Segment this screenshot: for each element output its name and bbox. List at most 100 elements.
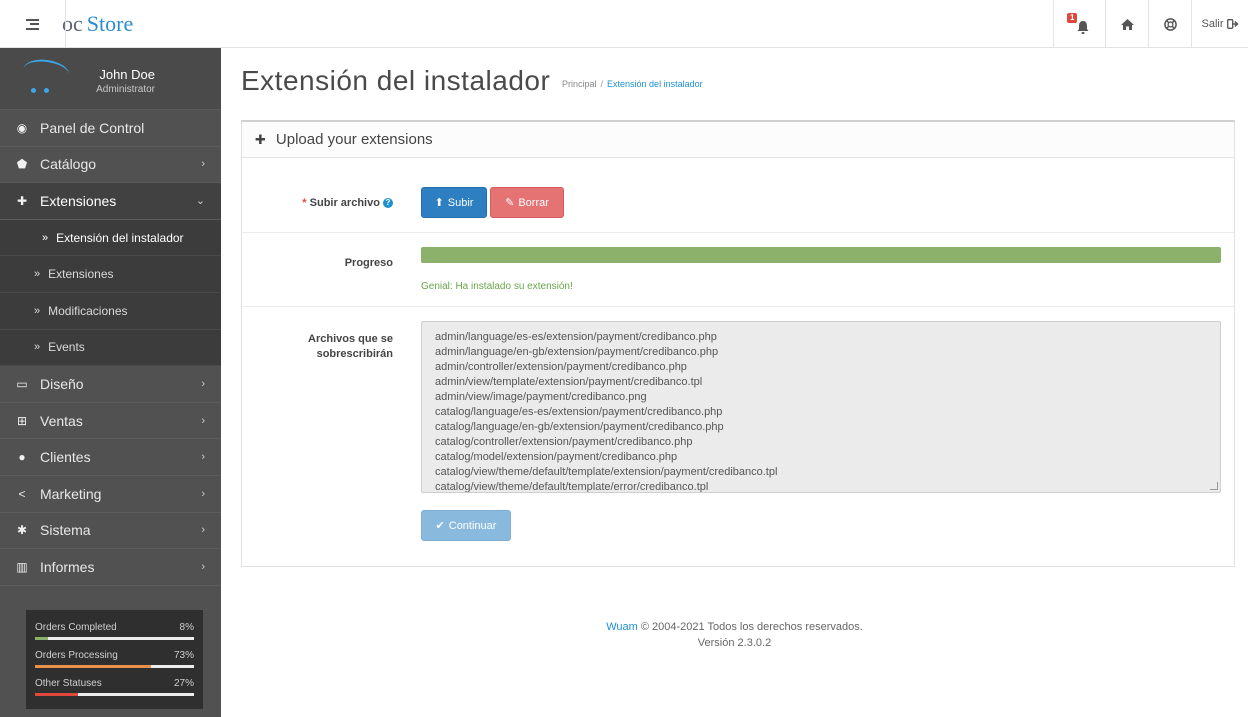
panel-heading: ✚ Upload your extensions — [242, 122, 1234, 158]
double-chevron-icon: » — [34, 268, 41, 281]
sidebar-item-label: Sistema — [40, 522, 91, 539]
progress-bar — [421, 247, 1221, 263]
sidebar-item-clientes[interactable]: ● Clientes › — [0, 439, 221, 476]
sidebar-item-label: Informes — [40, 558, 95, 575]
breadcrumb: Principal / Extensión del instalador — [562, 79, 703, 89]
chevron-down-icon: ⌄ — [195, 195, 205, 208]
stat-bar-fill — [35, 693, 78, 696]
menu-icon — [26, 18, 39, 30]
puzzle-icon: ✚ — [255, 131, 266, 147]
progress-label: Progreso — [344, 257, 393, 269]
continue-button[interactable]: ✔ Continuar — [421, 510, 511, 541]
notifications-button[interactable]: 1 — [1053, 0, 1105, 48]
stat-label: Orders Processing — [35, 650, 118, 661]
sidebar-item-diseno[interactable]: ▭ Diseño › — [0, 366, 221, 403]
sidebar: John Doe Administrator ◉ Panel de Contro… — [0, 48, 221, 717]
stat-bar — [35, 665, 194, 668]
stat-bar-fill — [35, 665, 152, 668]
file-path: admin/controller/extension/payment/credi… — [435, 361, 687, 373]
footer-copyright: Wuam © 2004-2021 Todos los derechos rese… — [221, 621, 1248, 633]
progress-row: Progreso Genial: Ha instalado su extensi… — [242, 233, 1234, 307]
upload-button[interactable]: ⬆ Subir — [421, 187, 487, 218]
file-path: admin/view/template/extension/payment/cr… — [435, 376, 703, 388]
footer-brand-link[interactable]: Wuam — [606, 621, 638, 633]
double-chevron-icon: » — [42, 231, 49, 244]
menu-toggle-button[interactable] — [0, 0, 66, 48]
file-path: catalog/view/theme/default/template/erro… — [435, 481, 709, 493]
stat-other-statuses: Other Statuses 27% — [33, 674, 196, 702]
stat-bar — [35, 693, 194, 696]
sidebar-item-marketing[interactable]: < Marketing › — [0, 476, 221, 513]
chevron-right-icon: › — [201, 451, 205, 464]
cart-icon: ⊞ — [16, 413, 28, 428]
check-icon: ✔ — [435, 520, 445, 532]
clear-button[interactable]: ✎ Borrar — [490, 187, 564, 218]
user-profile[interactable]: John Doe Administrator — [0, 48, 221, 110]
overwrite-files-textarea[interactable]: admin/language/es-es/extension/payment/c… — [421, 321, 1221, 493]
file-path: admin/view/image/payment/credibanco.png — [435, 391, 647, 403]
sidebar-subitem-events[interactable]: » Events — [0, 329, 221, 367]
sign-out-icon — [1226, 19, 1239, 29]
stat-orders-processing: Orders Processing 73% — [33, 646, 196, 674]
life-ring-icon — [1163, 17, 1177, 31]
file-path: catalog/model/extension/payment/crediban… — [435, 451, 678, 463]
file-path: catalog/language/es-es/extension/payment… — [435, 406, 723, 418]
file-path: catalog/view/theme/default/template/exte… — [435, 466, 778, 478]
help-button[interactable] — [1148, 0, 1191, 48]
stat-label: Orders Completed — [35, 622, 117, 633]
user-role: Administrator — [96, 84, 155, 95]
chevron-right-icon: › — [201, 414, 205, 427]
sidebar-subitem-label: Extensión del instalador — [56, 230, 184, 245]
stat-percent: 8% — [179, 622, 194, 633]
stat-label: Other Statuses — [35, 678, 102, 689]
stat-percent: 27% — [173, 678, 194, 689]
puzzle-icon: ✚ — [16, 193, 28, 208]
double-chevron-icon: » — [34, 304, 41, 317]
sidebar-item-sistema[interactable]: ✱ Sistema › — [0, 513, 221, 550]
sidebar-item-label: Ventas — [40, 412, 83, 429]
upload-panel: ✚ Upload your extensions * Subir archivo… — [241, 120, 1235, 567]
sidebar-item-label: Panel de Control — [40, 119, 145, 136]
double-chevron-icon: » — [34, 341, 41, 354]
chevron-right-icon: › — [201, 487, 205, 500]
logout-label: Salir — [1201, 18, 1224, 30]
sidebar-item-catalogo[interactable]: ⬟ Catálogo › — [0, 147, 221, 184]
sidebar-item-label: Diseño — [40, 375, 84, 392]
logout-button[interactable]: Salir — [1191, 0, 1248, 48]
sidebar-subitem-label: Extensiones — [48, 267, 114, 282]
sidebar-subitem-label: Events — [48, 340, 85, 355]
sidebar-item-label: Marketing — [40, 485, 102, 502]
bell-icon — [1077, 20, 1088, 34]
tag-icon: ⬟ — [16, 157, 28, 172]
user-name: John Doe — [99, 67, 155, 82]
breadcrumb-home[interactable]: Principal — [562, 79, 597, 89]
sidebar-item-informes[interactable]: ▥ Informes › — [0, 549, 221, 586]
sidebar-item-panel-de-control[interactable]: ◉ Panel de Control — [0, 110, 221, 147]
profile-logo-icon — [23, 56, 71, 76]
sidebar-item-label: Catálogo — [40, 156, 97, 173]
sidebar-item-ventas[interactable]: ⊞ Ventas › — [0, 403, 221, 440]
stat-orders-completed: Orders Completed 8% — [33, 618, 196, 646]
file-path: admin/language/es-es/extension/payment/c… — [435, 331, 717, 343]
top-header: oc Store 1 Salir — [0, 0, 1248, 48]
main-content: Extensión del instalador Principal / Exten… — [221, 48, 1248, 717]
help-icon[interactable]: ? — [383, 198, 393, 208]
sidebar-subitem-modificaciones[interactable]: » Modificaciones — [0, 292, 221, 330]
footer-copyright-text: © 2004-2021 Todos los derechos reservado… — [640, 621, 863, 633]
sidebar-subitem-label: Modificaciones — [48, 303, 128, 318]
sidebar-item-label: Extensiones — [40, 192, 117, 209]
stat-bar-fill — [35, 637, 48, 640]
sidebar-subitem-extensiones[interactable]: » Extensiones — [0, 256, 221, 293]
breadcrumb-current[interactable]: Extensión del instalador — [607, 79, 703, 89]
overwrite-label: Archivos que se sobrescribirán — [308, 333, 393, 360]
home-button[interactable] — [1105, 0, 1148, 48]
file-path: catalog/language/en-gb/extension/payment… — [435, 421, 724, 433]
sidebar-subitem-extension-del-instalador[interactable]: » Extensión del instalador — [0, 219, 221, 257]
dashboard-icon: ◉ — [16, 120, 28, 135]
order-stats: Orders Completed 8% Orders Processing 73… — [26, 610, 203, 709]
progress-message: Genial: Ha instalado su extensión! — [421, 281, 573, 292]
sidebar-item-extensiones[interactable]: ✚ Extensiones ⌄ — [0, 183, 221, 220]
cog-icon: ✱ — [16, 523, 28, 538]
resize-grip-icon[interactable] — [1210, 482, 1218, 490]
monitor-icon: ▭ — [16, 376, 28, 391]
